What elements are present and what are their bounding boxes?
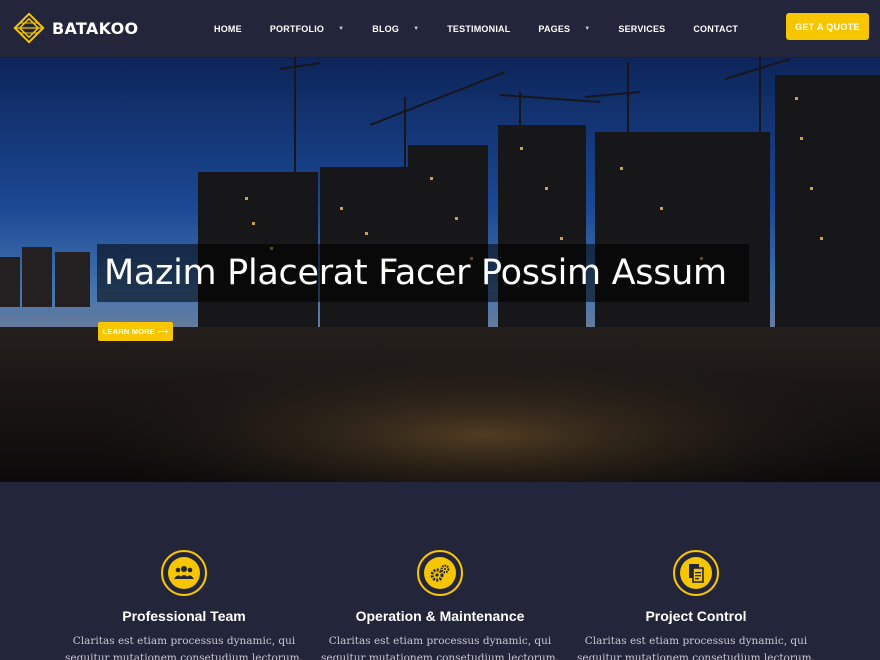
team-icon (168, 557, 200, 589)
feature-text-line: Claritas est etiam processus dynamic, qu… (72, 635, 296, 647)
feature-title: Project Control (645, 608, 747, 624)
site-header: BATAKOO HOME PORTFOLIO ▼ BLOG ▼ TESTIMONIA… (0, 0, 880, 57)
learn-more-button[interactable]: LEARN MORE ⟶ (98, 322, 173, 341)
caret-down-icon: ▼ (584, 25, 591, 32)
feature-professional-team: Professional Team Claritas est etiam pro… (54, 550, 314, 660)
features-section: Professional Team Claritas est etiam pro… (0, 482, 880, 660)
feature-text-line: Claritas est etiam processus dynamic, qu… (584, 635, 808, 647)
feature-description: Claritas est etiam processus dynamic, qu… (310, 633, 570, 660)
diamond-grid-logo-icon (12, 11, 46, 45)
feature-project-control: Project Control Claritas est etiam proce… (566, 550, 826, 660)
feature-title: Operation & Maintenance (355, 608, 525, 624)
hero-title: Mazim Placerat Facer Possim Assum (104, 253, 727, 293)
nav-label: SERVICES (618, 23, 666, 34)
nav-item-home[interactable]: HOME (214, 24, 242, 34)
feature-text-line: Claritas est etiam processus dynamic, qu… (328, 635, 552, 647)
nav-item-testimonial[interactable]: TESTIMONIAL (447, 24, 510, 34)
brand-logo[interactable]: BATAKOO (12, 11, 138, 45)
caret-down-icon: ▼ (338, 25, 345, 32)
brand-name: BATAKOO (52, 18, 139, 38)
nav-item-blog[interactable]: BLOG ▼ (372, 24, 419, 34)
nav-label: PORTFOLIO (269, 23, 325, 34)
caret-down-icon: ▼ (413, 25, 420, 32)
feature-description: Claritas est etiam processus dynamic, qu… (566, 633, 826, 660)
documents-icon (680, 557, 712, 589)
feature-title: Professional Team (122, 608, 246, 624)
gears-icon (424, 557, 456, 589)
feature-text-line: sequitur mutationem consetudium lectorum… (321, 652, 559, 660)
feature-text-line: sequitur mutationem consetudium lectorum… (65, 652, 303, 660)
main-nav: HOME PORTFOLIO ▼ BLOG ▼ TESTIMONIAL PAGES ▼… (214, 0, 766, 57)
nav-label: HOME (214, 23, 242, 34)
hero-caption: Mazim Placerat Facer Possim Assum (97, 244, 749, 302)
nav-item-services[interactable]: SERVICES (618, 24, 665, 34)
nav-item-pages[interactable]: PAGES ▼ (538, 24, 590, 34)
feature-description: Claritas est etiam processus dynamic, qu… (54, 633, 314, 660)
nav-item-portfolio[interactable]: PORTFOLIO ▼ (270, 24, 344, 34)
get-a-quote-button[interactable]: GET A QUOTE (786, 13, 869, 40)
feature-icon-ring (161, 550, 207, 596)
nav-label: PAGES (538, 23, 571, 34)
nav-label: TESTIMONIAL (447, 23, 511, 34)
feature-icon-ring (673, 550, 719, 596)
nav-item-contact[interactable]: CONTACT (693, 24, 738, 34)
nav-label: CONTACT (693, 23, 739, 34)
feature-operation-maintenance: Operation & Maintenance Claritas est eti… (310, 550, 570, 660)
feature-icon-ring (417, 550, 463, 596)
nav-label: BLOG (372, 23, 400, 34)
feature-text-line: sequitur mutationem consetudium lectorum… (577, 652, 815, 660)
hero-slider: Mazim Placerat Facer Possim Assum LEARN … (0, 57, 880, 482)
